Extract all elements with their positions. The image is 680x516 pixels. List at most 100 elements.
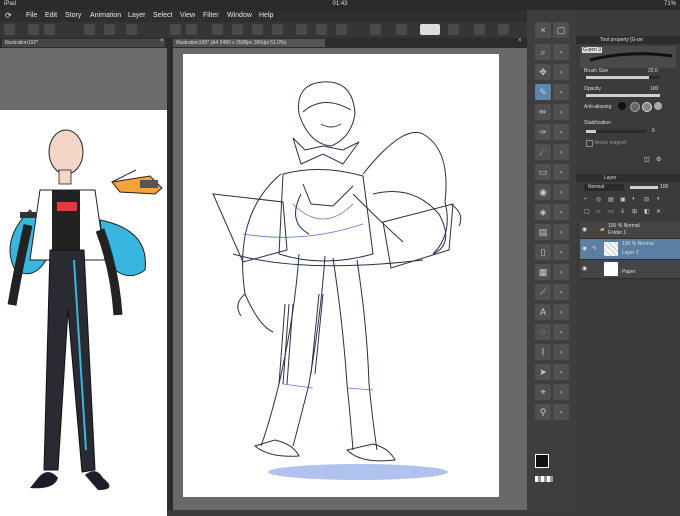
tool-property-header[interactable]: Tool property [G-pe <box>576 36 680 44</box>
delete-layer-icon[interactable]: ✕ <box>656 208 661 215</box>
layer-row-folder[interactable]: ◉ ▰ 100 % Normal Folder 1 <box>580 222 680 239</box>
ruler-icon[interactable] <box>336 24 347 35</box>
visibility-eye-icon[interactable]: ◉ <box>582 265 587 272</box>
sub-tool-4-icon[interactable]: ◦ <box>553 104 569 120</box>
gradient-tool-icon[interactable]: ▤ <box>535 224 551 240</box>
menu-window[interactable]: Window <box>227 12 252 19</box>
sub-tool-15-icon[interactable]: ◦ <box>553 324 569 340</box>
balloon-tool-icon[interactable]: ◌ <box>535 324 551 340</box>
deselect-icon[interactable] <box>272 24 283 35</box>
home-icon[interactable] <box>4 24 15 35</box>
sub-tool-17-icon[interactable]: ◦ <box>553 364 569 380</box>
transparent-color-swatch[interactable] <box>535 476 553 482</box>
help-icon[interactable] <box>420 24 440 35</box>
figure-tool-icon[interactable]: ▯ <box>535 244 551 260</box>
sub-tool-1-icon[interactable]: ◦ <box>553 44 569 60</box>
antialias-none-icon[interactable] <box>618 102 626 110</box>
menu-story[interactable]: Story <box>65 12 81 19</box>
antialias-weak-icon[interactable] <box>630 102 640 112</box>
layer-opacity-slider[interactable] <box>630 186 658 189</box>
left-document-view[interactable] <box>0 48 167 516</box>
sub-tool-6-icon[interactable]: ◦ <box>553 144 569 160</box>
mask-icon[interactable] <box>370 24 381 35</box>
sub-tool-3-icon[interactable]: ◦ <box>553 84 569 100</box>
share-icon[interactable] <box>474 24 485 35</box>
snap-icon[interactable] <box>296 24 307 35</box>
airbrush-tool-icon[interactable]: ☄ <box>535 144 551 160</box>
redo-icon[interactable] <box>186 24 197 35</box>
brush-tool-icon[interactable]: ✑ <box>535 124 551 140</box>
antialias-strong-icon[interactable] <box>654 102 662 110</box>
sub-tool-18-icon[interactable]: ◦ <box>553 384 569 400</box>
sub-tool-9-icon[interactable]: ◦ <box>553 204 569 220</box>
pen-tool-icon[interactable]: ✎ <box>535 84 551 100</box>
sub-tool-19-icon[interactable]: ◦ <box>553 404 569 420</box>
ruler-link-icon[interactable]: ⊟ <box>644 196 649 203</box>
new-canvas-icon[interactable] <box>28 24 39 35</box>
sub-tool-5-icon[interactable]: ◦ <box>553 124 569 140</box>
sub-tool-10-icon[interactable]: ◦ <box>553 224 569 240</box>
menu-file[interactable]: File <box>26 12 37 19</box>
menu-view[interactable]: View <box>180 12 195 19</box>
main-color-swatch[interactable] <box>535 454 549 468</box>
settings-icon[interactable] <box>448 24 459 35</box>
close-main-tab-icon[interactable]: × <box>518 38 522 44</box>
brush-settings-icon[interactable]: ◫ <box>644 156 650 163</box>
layer-row-paper[interactable]: ◉ Paper <box>580 260 680 279</box>
blend-tool-icon[interactable]: ◉ <box>535 184 551 200</box>
sub-tool-2-icon[interactable]: ◦ <box>553 64 569 80</box>
opacity-slider[interactable] <box>586 94 660 97</box>
operation-tool-icon[interactable]: ➤ <box>535 364 551 380</box>
ruler-tool-icon[interactable]: ⟋ <box>535 284 551 300</box>
save-icon[interactable] <box>126 24 137 35</box>
layer-panel-header[interactable]: Layer <box>576 174 680 182</box>
close-panel-icon[interactable]: × <box>535 22 551 38</box>
stabilization-slider[interactable] <box>586 130 646 133</box>
fill-icon[interactable] <box>232 24 243 35</box>
tab-left-document[interactable]: Illustration192* <box>2 39 165 47</box>
new-file-icon[interactable] <box>84 24 95 35</box>
tool-settings-icon[interactable]: ⚙ <box>656 156 661 163</box>
clip-icon[interactable]: ⌐ <box>584 196 588 202</box>
menu-help[interactable]: Help <box>259 12 273 19</box>
new-folder-icon[interactable]: ▭ <box>608 208 614 215</box>
expand-icon[interactable]: ▢ <box>553 22 569 38</box>
close-tab-icon[interactable]: × <box>160 38 164 44</box>
reference-icon[interactable]: ◎ <box>596 196 601 203</box>
frame-tool-icon[interactable]: ▦ <box>535 264 551 280</box>
menu-layer[interactable]: Layer <box>128 12 146 19</box>
sub-tool-7-icon[interactable]: ◦ <box>553 164 569 180</box>
transform-icon[interactable] <box>252 24 263 35</box>
main-document-view[interactable] <box>173 48 527 510</box>
new-vector-layer-icon[interactable]: ▱ <box>596 208 601 215</box>
sub-tool-13-icon[interactable]: ◦ <box>553 284 569 300</box>
hand-icon[interactable] <box>396 24 407 35</box>
tab-main-document[interactable]: Illustration195* (A4 2480 x 3508px 300dp… <box>173 39 325 47</box>
app-logo-icon[interactable]: ⟳ <box>5 11 12 20</box>
sub-tool-14-icon[interactable]: ◦ <box>553 304 569 320</box>
menu-animation[interactable]: Animation <box>90 12 121 19</box>
modify-icon[interactable] <box>498 24 509 35</box>
transfer-down-icon[interactable]: ⇓ <box>620 208 625 215</box>
color-icon[interactable]: ◑ <box>656 196 660 202</box>
open-file-icon[interactable] <box>104 24 115 35</box>
antialias-medium-icon[interactable] <box>642 102 652 112</box>
pencil-tool-icon[interactable]: ✏ <box>535 104 551 120</box>
combine-icon[interactable]: ⊞ <box>632 208 637 215</box>
hide-icon[interactable] <box>44 24 55 35</box>
correct-line-tool-icon[interactable]: ⌇ <box>535 344 551 360</box>
new-raster-layer-icon[interactable]: ▢ <box>584 208 590 215</box>
fill-tool-icon[interactable]: ◈ <box>535 204 551 220</box>
new-layer-mask-icon[interactable]: ◧ <box>644 208 650 215</box>
eyedropper-tool-icon[interactable]: ⌖ <box>535 384 551 400</box>
zoom-tool-icon[interactable]: ⌕ <box>535 44 551 60</box>
liquify-tool-icon[interactable]: ⚲ <box>535 404 551 420</box>
layer-row-selected[interactable]: ◉ ✎ 100 % Normal Layer 2 <box>580 239 680 260</box>
menu-select[interactable]: Select <box>153 12 172 19</box>
sub-tool-16-icon[interactable]: ◦ <box>553 344 569 360</box>
brush-preview[interactable]: G-pen 3 <box>580 46 676 68</box>
text-tool-icon[interactable]: A <box>535 304 551 320</box>
draft-icon[interactable]: ▤ <box>608 196 614 203</box>
undo-icon[interactable] <box>170 24 181 35</box>
menu-edit[interactable]: Edit <box>45 12 57 19</box>
